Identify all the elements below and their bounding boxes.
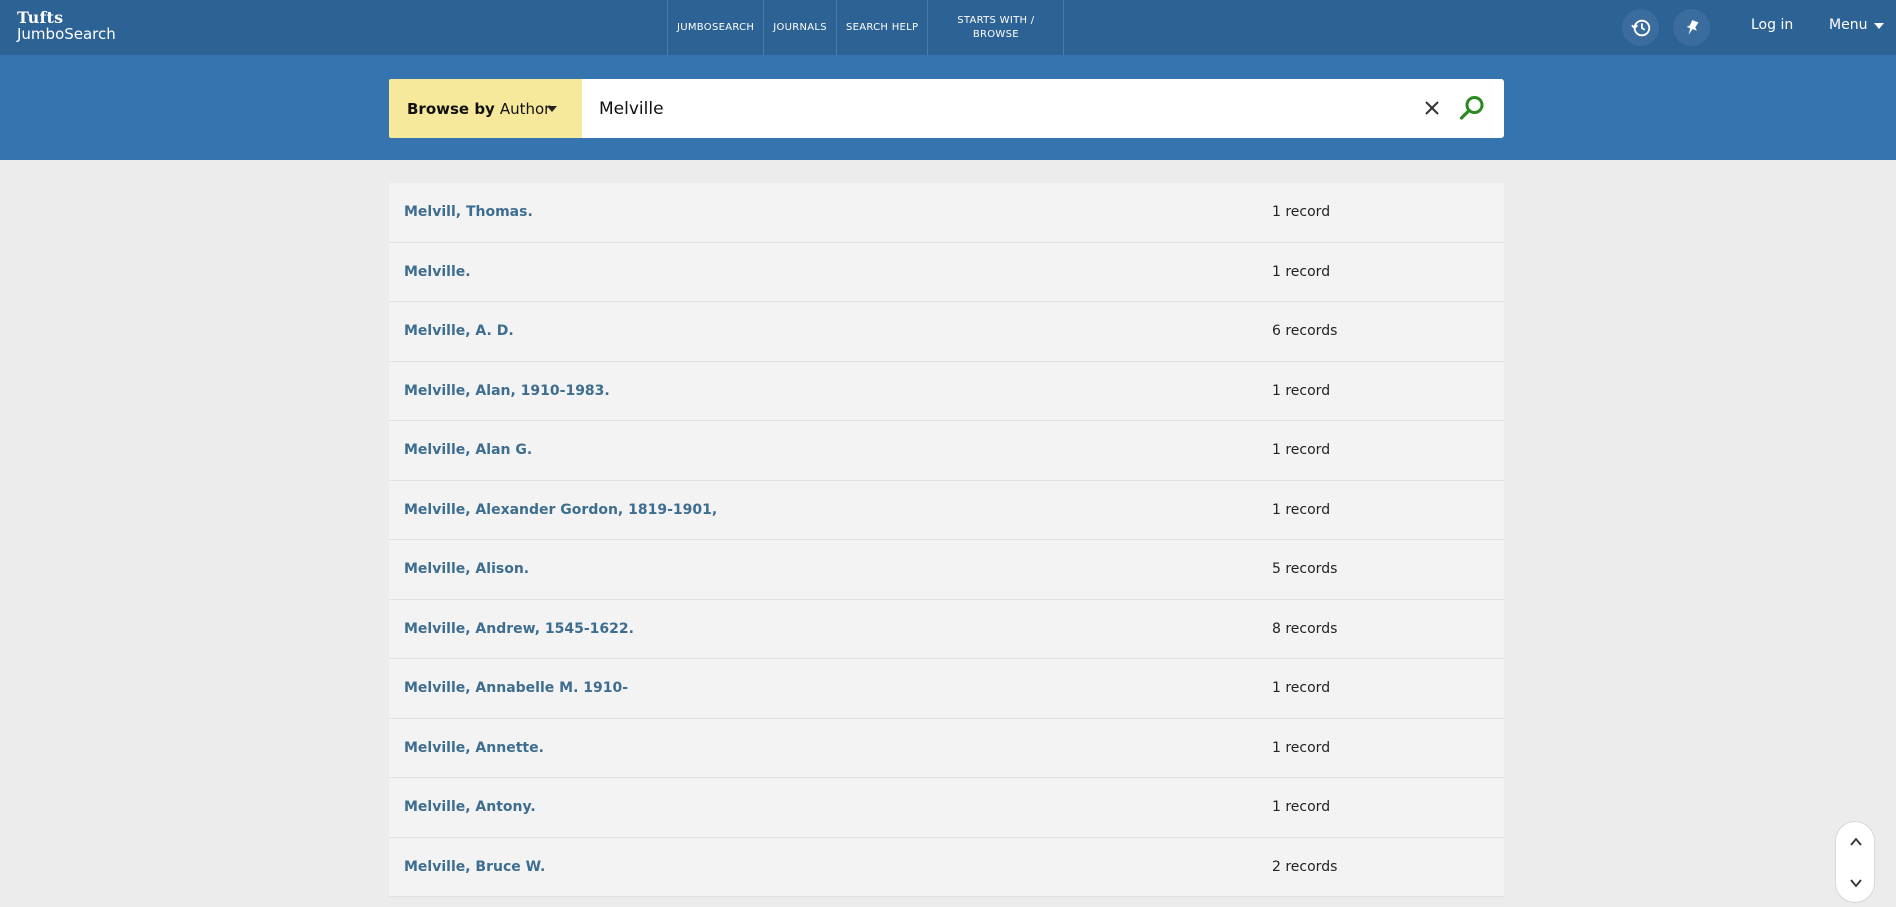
result-author-link[interactable]: Melville, Annabelle M. 1910- bbox=[404, 680, 628, 696]
result-record-count: 2 records bbox=[1272, 858, 1338, 875]
pinned-items-button[interactable] bbox=[1673, 9, 1710, 46]
result-record-count: 6 records bbox=[1272, 323, 1338, 339]
search-icon bbox=[1459, 96, 1484, 120]
login-link[interactable]: Log in bbox=[1751, 17, 1793, 33]
chevron-down-icon bbox=[1850, 879, 1862, 888]
nav-starts-line1: STARTS WITH / bbox=[957, 14, 1035, 26]
search-submit-button[interactable] bbox=[1458, 94, 1486, 122]
menu-label: Menu bbox=[1829, 17, 1868, 33]
scroll-up-button[interactable] bbox=[1836, 822, 1876, 862]
clear-search-button[interactable] bbox=[1420, 96, 1444, 120]
result-row: Melville, Annette. 1 record bbox=[389, 718, 1504, 778]
result-record-count: 1 record bbox=[1272, 442, 1331, 458]
nav-starts-with-browse[interactable]: STARTS WITH / BROWSE bbox=[927, 0, 1065, 55]
pin-icon bbox=[1686, 19, 1698, 35]
result-record-count: 1 record bbox=[1272, 263, 1331, 280]
search-input[interactable] bbox=[599, 89, 1379, 129]
nav-journals[interactable]: JOURNALS bbox=[763, 0, 836, 55]
result-record-count: 1 record bbox=[1272, 739, 1331, 756]
browse-by-prefix: Browse by bbox=[407, 99, 495, 118]
result-author-link[interactable]: Melvill, Thomas. bbox=[404, 204, 533, 220]
scroll-down-button[interactable] bbox=[1836, 863, 1876, 903]
chevron-up-icon bbox=[1850, 837, 1862, 846]
result-record-count: 8 records bbox=[1272, 620, 1338, 637]
result-author-link[interactable]: Melville, Alan G. bbox=[404, 442, 532, 458]
caret-down-icon bbox=[1874, 23, 1885, 29]
result-record-count: 1 record bbox=[1272, 680, 1331, 696]
result-author-link[interactable]: Melville, Andrew, 1545-1622. bbox=[404, 621, 634, 637]
result-author-link[interactable]: Melville, Alison. bbox=[404, 561, 529, 577]
result-author-link[interactable]: Melville, Antony. bbox=[404, 799, 536, 815]
browse-by-select[interactable]: Browse by Author bbox=[389, 79, 582, 138]
result-author-link[interactable]: Melville, Annette. bbox=[404, 740, 544, 756]
result-record-count: 1 record bbox=[1272, 204, 1331, 220]
result-row: Melville, Alan G. 1 record bbox=[389, 421, 1504, 481]
result-row: Melville, A. D. 6 records bbox=[389, 302, 1504, 362]
close-icon bbox=[1425, 101, 1439, 115]
search-history-button[interactable] bbox=[1622, 9, 1659, 46]
result-row: Melville, Alexander Gordon, 1819-1901, 1 … bbox=[389, 480, 1504, 540]
brand-logo[interactable]: Tufts JumboSearch bbox=[17, 9, 116, 43]
result-record-count: 1 record bbox=[1272, 799, 1331, 815]
caret-down-icon bbox=[547, 106, 557, 112]
result-author-link[interactable]: Melville, A. D. bbox=[404, 323, 514, 339]
search-box bbox=[582, 79, 1504, 138]
result-row: Melville, Andrew, 1545-1622. 8 records bbox=[389, 599, 1504, 659]
menu-button[interactable]: Menu bbox=[1829, 17, 1885, 33]
result-author-link[interactable]: Melville, Alexander Gordon, 1819-1901, bbox=[404, 502, 717, 518]
nav-starts-with-browse-label: STARTS WITH / BROWSE bbox=[957, 14, 1034, 42]
result-row: Melville, Annabelle M. 1910- 1 record bbox=[389, 659, 1504, 719]
result-row: Melvill, Thomas. 1 record bbox=[389, 183, 1504, 243]
history-icon bbox=[1630, 19, 1650, 36]
result-record-count: 5 records bbox=[1272, 561, 1338, 577]
result-author-link[interactable]: Melville, Alan, 1910-1983. bbox=[404, 383, 610, 399]
nav-starts-line2: BROWSE bbox=[972, 28, 1019, 40]
brand-logo-line1: Tufts bbox=[17, 8, 64, 27]
brand-logo-line2: JumboSearch bbox=[17, 25, 116, 43]
nav-search-help[interactable]: SEARCH HELP bbox=[835, 0, 927, 55]
top-navigation-bar: Tufts JumboSearch JUMBOSEARCH JOURNALS S… bbox=[0, 0, 1896, 55]
result-author-link[interactable]: Melville. bbox=[404, 264, 471, 280]
result-row: Melville, Alison. 5 records bbox=[389, 540, 1504, 600]
result-row: Melville, Bruce W. 2 records bbox=[389, 837, 1504, 897]
main-nav: JUMBOSEARCH JOURNALS SEARCH HELP STARTS … bbox=[667, 0, 1065, 55]
browse-results-list: Melvill, Thomas. 1 record Melville. 1 recor… bbox=[389, 183, 1504, 897]
nav-jumbosearch[interactable]: JUMBOSEARCH bbox=[667, 0, 763, 55]
result-record-count: 1 record bbox=[1272, 382, 1331, 399]
scroll-controls bbox=[1835, 821, 1875, 903]
result-row: Melville, Antony. 1 record bbox=[389, 778, 1504, 838]
result-row: Melville. 1 record bbox=[389, 242, 1504, 302]
result-record-count: 1 record bbox=[1272, 501, 1331, 518]
result-row: Melville, Alan, 1910-1983. 1 record bbox=[389, 361, 1504, 421]
browse-by-value: Author bbox=[499, 99, 551, 118]
result-author-link[interactable]: Melville, Bruce W. bbox=[404, 859, 545, 875]
